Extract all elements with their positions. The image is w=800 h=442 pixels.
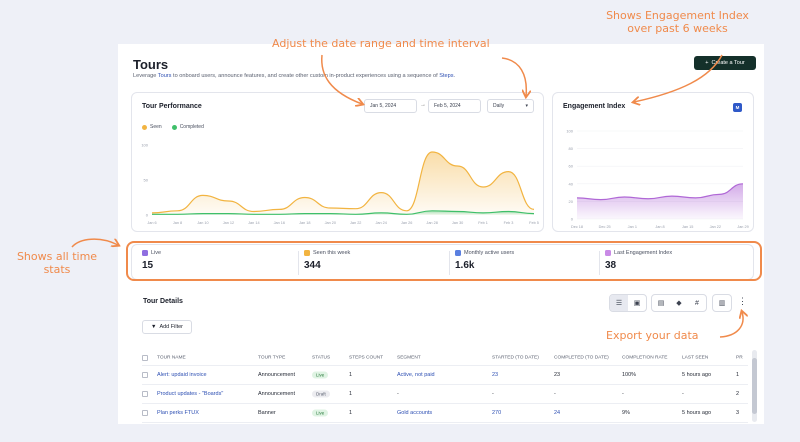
columns-button: ▥ [712, 294, 732, 312]
arrow-to-stats [71, 239, 118, 248]
tour-details-title: Tour Details [143, 298, 183, 305]
x-tick-label: Jan 15 [682, 225, 693, 229]
y-tick-label: 60 [569, 164, 574, 169]
table-row[interactable]: Alert: updaid invoice Announcement Live … [142, 366, 748, 385]
x-tick-label: Jan 8 [655, 225, 664, 229]
x-tick-label: Jan 14 [248, 221, 259, 225]
tour-performance-chart: 100 50 0 Jan 6 Jan 8 Jan 10 Jan 12 Jan 14 Jan 16… [141, 143, 539, 226]
tour-table: Tour name Tour type Status Steps count S… [142, 350, 748, 423]
y-tick-label: 20 [569, 199, 574, 204]
y-tick-label: 40 [569, 181, 574, 186]
x-tick-label: Jan 30 [452, 221, 463, 225]
hash-icon[interactable]: # [688, 295, 706, 311]
steps-link[interactable]: Steps [439, 73, 453, 79]
page-title: Tours [133, 57, 169, 72]
y-tick-label: 0 [571, 217, 574, 222]
x-tick-label: Jan 26 [401, 221, 412, 225]
y-tick-label: 0 [146, 213, 149, 218]
plus-icon: + [705, 60, 709, 66]
status-badge: Live [312, 409, 329, 417]
x-tick-label: Feb 1 [478, 221, 488, 225]
x-tick-label: Jan 1 [628, 225, 637, 229]
callout-engagement: Shows Engagement Index over past 6 weeks [606, 9, 749, 35]
x-tick-label: Jan 18 [299, 221, 310, 225]
callout-stats: Shows all time stats [16, 250, 98, 276]
stats-highlight [126, 241, 762, 281]
filter-icon: ▼ [151, 324, 157, 330]
callout-export: Export your data [606, 329, 699, 342]
add-filter-button[interactable]: ▼ Add Filter [142, 320, 192, 334]
table-scrollbar[interactable] [752, 350, 757, 422]
series-area-0 [577, 183, 743, 219]
table-row[interactable]: Plan perks FTUX Banner Live 1 Gold accou… [142, 404, 748, 423]
tours-link[interactable]: Tours [158, 73, 172, 79]
list-view-icon[interactable]: ☰ [610, 295, 628, 311]
scrollbar-thumb[interactable] [752, 358, 757, 414]
x-tick-label: Jan 22 [350, 221, 361, 225]
column-tools: ▤ ◆ # [651, 294, 707, 312]
x-tick-label: Jan 8 [173, 221, 182, 225]
y-tick-label: 50 [144, 178, 149, 183]
row-checkbox[interactable] [142, 410, 148, 416]
y-tick-label: 100 [566, 129, 573, 134]
view-toggle: ☰ ▣ [609, 294, 647, 312]
status-badge: Live [312, 371, 329, 379]
tour-performance-card: Tour Performance Jan 5, 2024 → Feb 5, 20… [131, 92, 544, 232]
x-tick-label: Jan 20 [325, 221, 336, 225]
status-badge: Draft [312, 390, 330, 398]
engagement-index-chart: 100 80 60 40 20 0 Dec 18 Dec 25 Jan 1 Jan 8 Jan 15… [566, 129, 748, 230]
x-tick-label: Jan 28 [426, 221, 437, 225]
columns-icon[interactable]: ▥ [713, 295, 731, 311]
create-tour-button[interactable]: + Create a Tour [694, 56, 756, 70]
x-tick-label: Dec 18 [571, 225, 583, 229]
x-tick-label: Dec 25 [599, 225, 611, 229]
x-tick-label: Jan 10 [197, 221, 208, 225]
x-tick-label: Feb 5 [529, 221, 539, 225]
series-area-0 [152, 152, 534, 215]
x-tick-label: Feb 3 [504, 221, 514, 225]
table-header: Tour name Tour type Status Steps count S… [142, 350, 748, 366]
x-tick-label: Jan 12 [223, 221, 234, 225]
table-row[interactable]: Product updates - "Boards" Announcement … [142, 385, 748, 404]
x-tick-label: Jan 29 [737, 225, 748, 229]
callout-date-range: Adjust the date range and time interval [272, 37, 490, 50]
row-checkbox[interactable] [142, 372, 148, 378]
y-tick-label: 100 [141, 143, 148, 148]
more-options-icon[interactable]: ⋮ [738, 296, 747, 307]
tours-app: Tours Leverage Tours to onboard users, a… [118, 44, 764, 424]
table-icon[interactable]: ▤ [652, 295, 670, 311]
y-tick-label: 80 [569, 146, 574, 151]
row-checkbox[interactable] [142, 391, 148, 397]
x-tick-label: Jan 6 [147, 221, 156, 225]
engagement-index-card: Engagement Index M 100 80 60 40 20 0 Dec 18 Dec… [552, 92, 754, 232]
image-view-icon[interactable]: ▣ [628, 295, 646, 311]
select-all-checkbox[interactable] [142, 354, 148, 361]
x-tick-label: Jan 22 [710, 225, 721, 229]
page-subtitle: Leverage Tours to onboard users, announc… [133, 73, 456, 79]
tag-icon[interactable]: ◆ [670, 295, 688, 311]
x-tick-label: Jan 24 [375, 221, 386, 225]
x-tick-label: Jan 16 [274, 221, 285, 225]
